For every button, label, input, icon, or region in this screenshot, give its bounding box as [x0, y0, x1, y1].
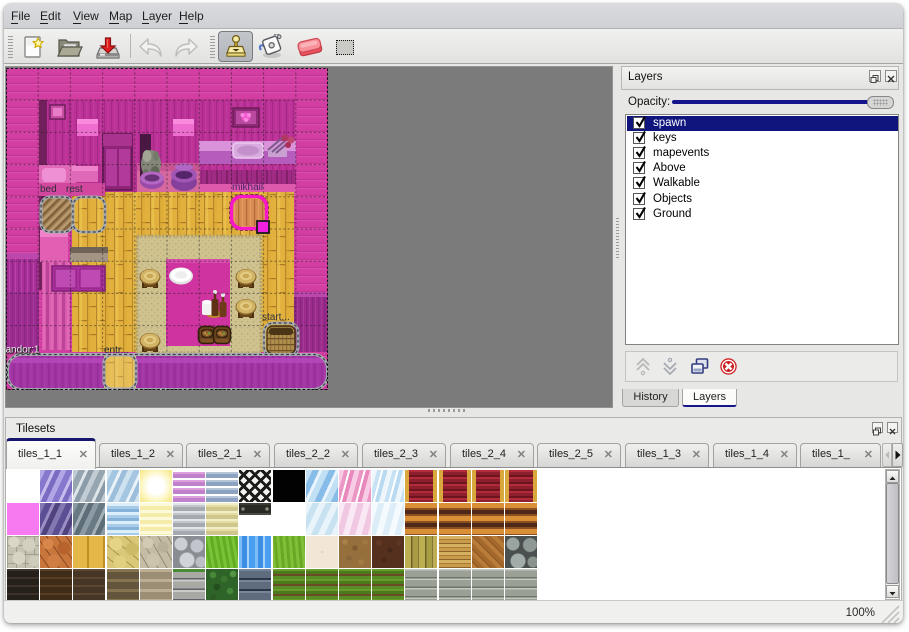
svg-text:rest: rest: [66, 184, 83, 195]
svg-text:andor:1: andor:1: [6, 345, 40, 356]
svg-text:bed: bed: [40, 184, 57, 195]
svg-text:start...: start...: [262, 312, 290, 323]
svg-text:mikhail: mikhail: [232, 182, 263, 193]
svg-text:entr...: entr...: [104, 345, 129, 356]
